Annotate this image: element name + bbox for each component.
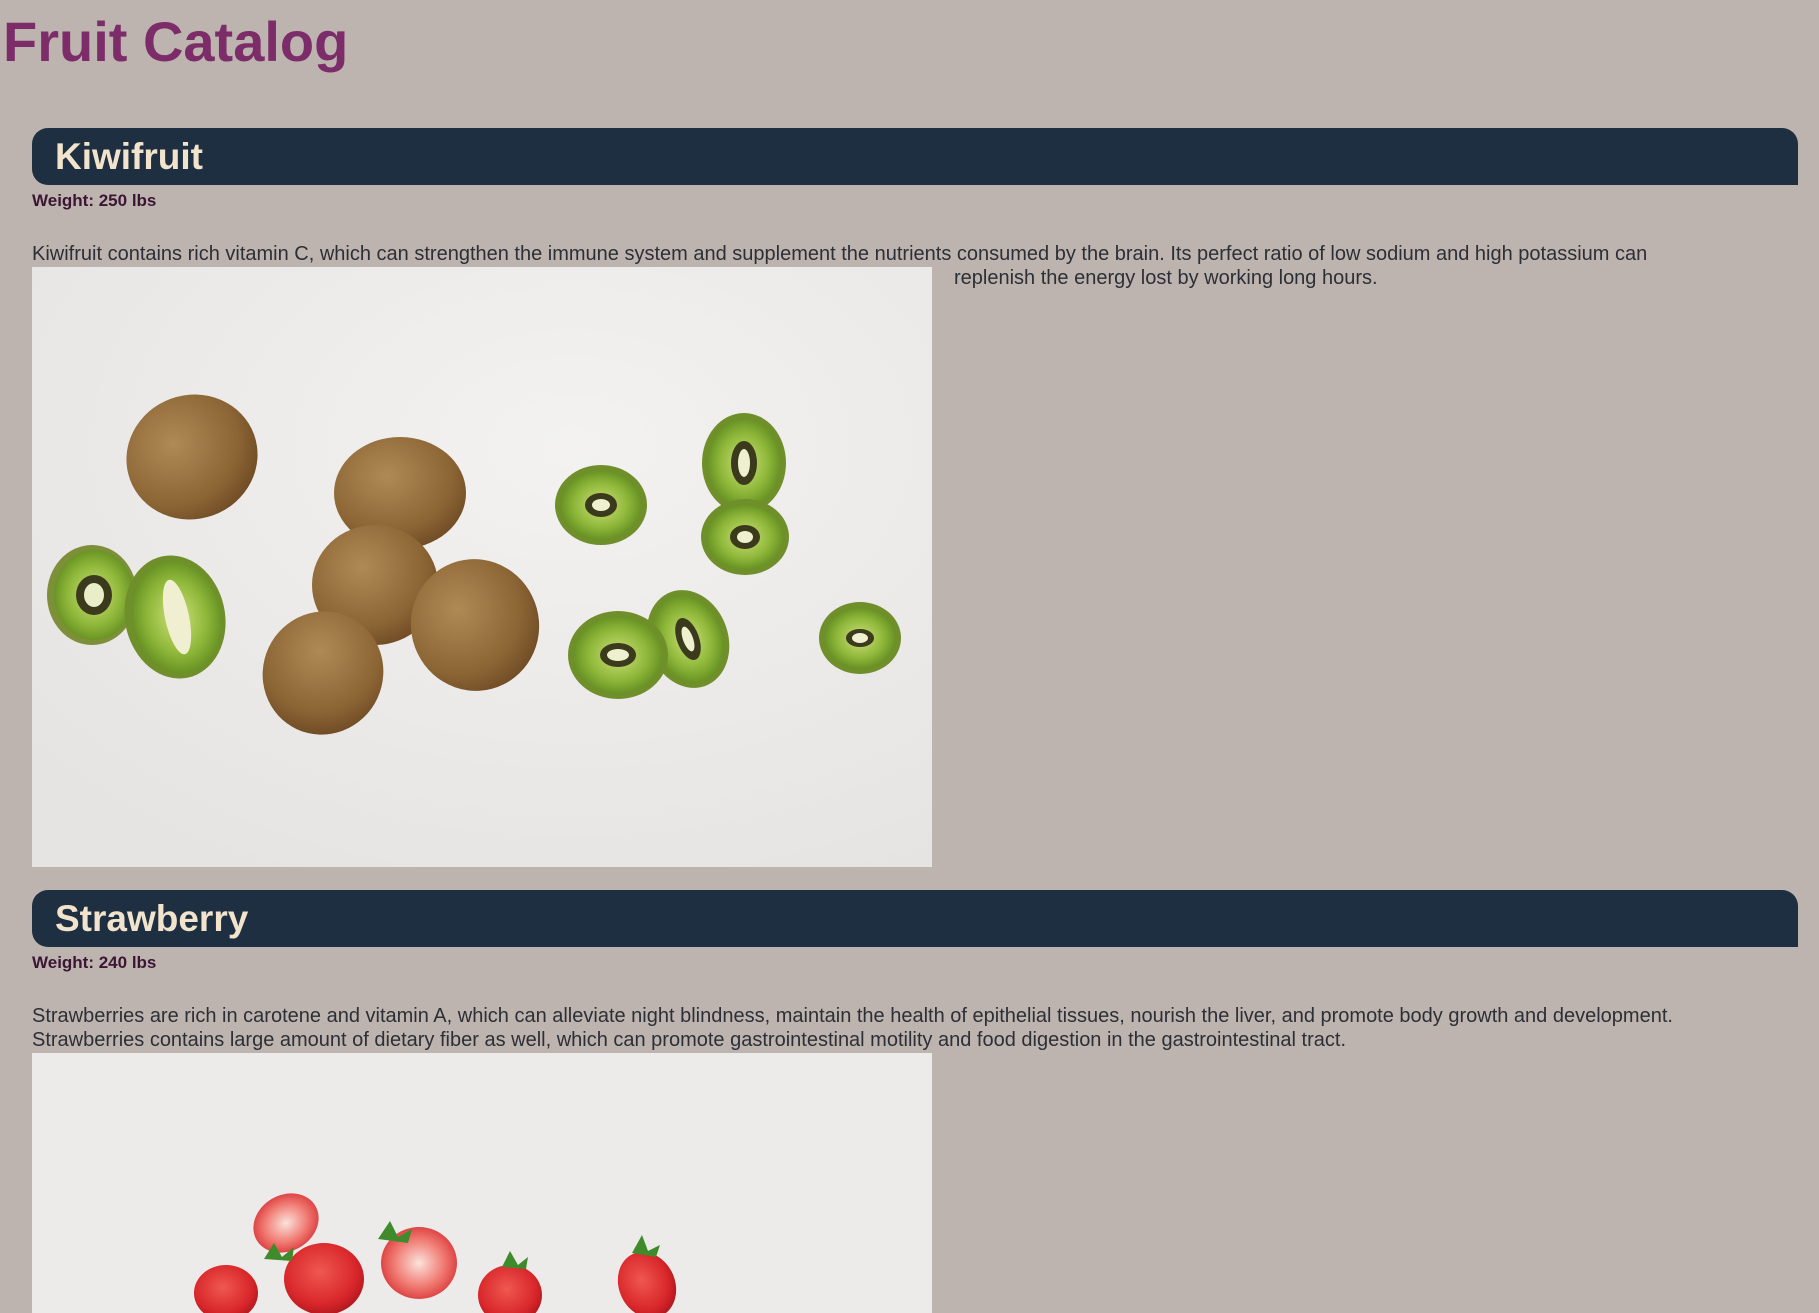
strawberry-illustration	[32, 1053, 932, 1313]
fruit-name: Kiwifruit	[55, 136, 203, 177]
fruit-card-strawberry: Strawberry Weight: 240 lbs Strawberries …	[32, 890, 1798, 1313]
fruit-name: Strawberry	[55, 898, 249, 939]
page-title: Fruit Catalog	[3, 10, 349, 73]
fruit-description: Strawberries are rich in carotene and vi…	[32, 1004, 1798, 1052]
description-line: Strawberries contains large amount of di…	[32, 1029, 1347, 1051]
fruit-header: Kiwifruit	[32, 128, 1798, 185]
kiwifruit-photo	[32, 267, 932, 867]
fruit-weight: Weight: 240 lbs	[32, 953, 157, 972]
fruit-header: Strawberry	[32, 890, 1798, 947]
fruit-card-kiwifruit: Kiwifruit Weight: 250 lbs Kiwifruit cont…	[32, 128, 1798, 867]
description-line: Strawberries are rich in carotene and vi…	[32, 1005, 1673, 1027]
description-line: Kiwifruit contains rich vitamin C, which…	[32, 243, 1648, 265]
strawberry-photo	[32, 1053, 932, 1313]
fruit-weight: Weight: 250 lbs	[32, 191, 157, 210]
kiwifruit-illustration	[32, 267, 932, 867]
